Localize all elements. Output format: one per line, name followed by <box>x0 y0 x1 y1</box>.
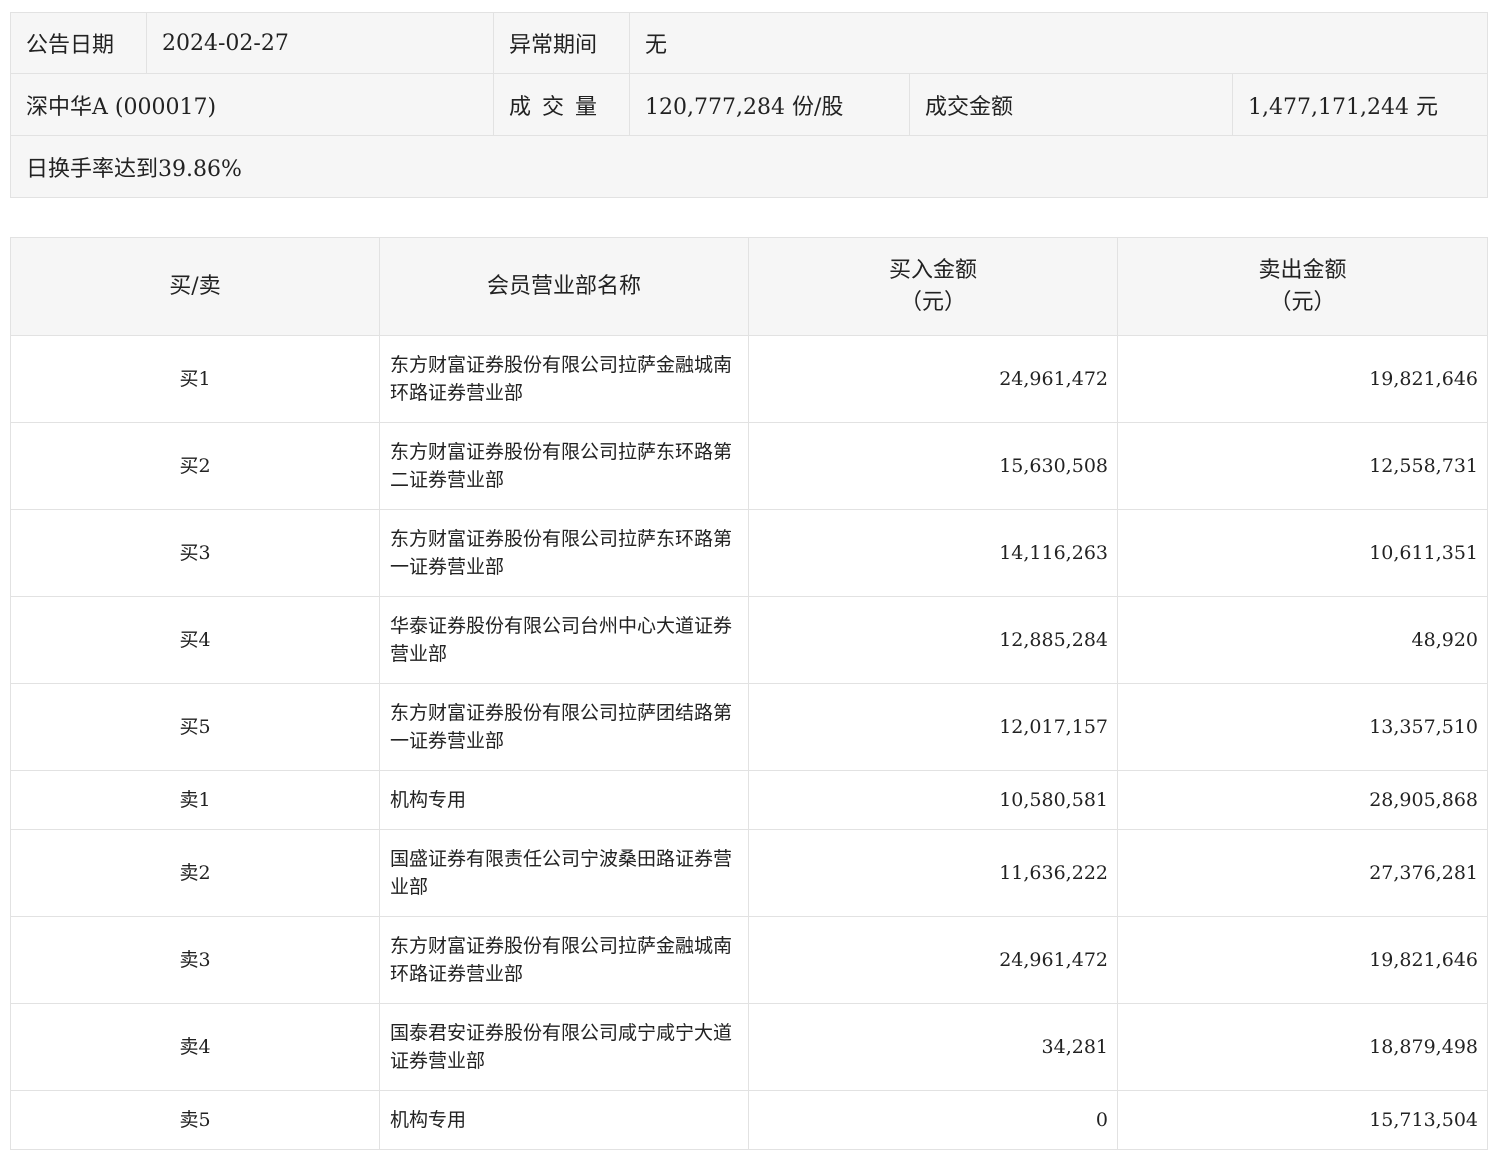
broker-name-cell: 国盛证券有限责任公司宁波桑田路证券营业部 <box>379 829 749 917</box>
table-row: 买3 东方财富证券股份有限公司拉萨东环路第一证券营业部 14,116,263 1… <box>10 509 1488 597</box>
amount-label: 成交金额 <box>909 73 1233 136</box>
header-buy-title: 买入金额 <box>888 257 977 283</box>
side-cell: 卖5 <box>10 1090 380 1150</box>
sell-amount-cell: 12,558,731 <box>1117 422 1488 510</box>
period-value: 无 <box>629 12 1488 74</box>
announcement-info-table: 公告日期 2024-02-27 异常期间 无 深中华A (000017) 成交量… <box>10 12 1488 198</box>
broker-name-cell: 机构专用 <box>379 770 749 830</box>
sell-amount-cell: 48,920 <box>1117 596 1488 684</box>
date-value: 2024-02-27 <box>146 12 494 74</box>
table-row: 卖3 东方财富证券股份有限公司拉萨金融城南环路证券营业部 24,961,472 … <box>10 916 1488 1004</box>
buy-amount-cell: 15,630,508 <box>748 422 1118 510</box>
header-name: 会员营业部名称 <box>379 237 749 336</box>
sell-amount-cell: 13,357,510 <box>1117 683 1488 771</box>
buy-amount-cell: 0 <box>748 1090 1118 1150</box>
header-sell-title: 卖出金额 <box>1258 257 1347 283</box>
sell-amount-cell: 19,821,646 <box>1117 916 1488 1004</box>
broker-trading-table: 买/卖 会员营业部名称 买入金额 （元） 卖出金额 （元） 买1 东方财富证券股… <box>10 237 1488 1150</box>
buy-amount-cell: 12,885,284 <box>748 596 1118 684</box>
header-side: 买/卖 <box>10 237 380 336</box>
header-sell: 卖出金额 （元） <box>1117 237 1488 336</box>
header-sell-unit: （元） <box>1269 289 1336 315</box>
buy-amount-cell: 34,281 <box>748 1003 1118 1091</box>
table-row: 卖4 国泰君安证券股份有限公司咸宁咸宁大道证券营业部 34,281 18,879… <box>10 1003 1488 1091</box>
side-cell: 买4 <box>10 596 380 684</box>
header-buy: 买入金额 （元） <box>748 237 1118 336</box>
broker-name-cell: 国泰君安证券股份有限公司咸宁咸宁大道证券营业部 <box>379 1003 749 1091</box>
side-cell: 买3 <box>10 509 380 597</box>
sell-amount-cell: 28,905,868 <box>1117 770 1488 830</box>
date-label: 公告日期 <box>10 12 147 74</box>
table-row: 卖2 国盛证券有限责任公司宁波桑田路证券营业部 11,636,222 27,37… <box>10 829 1488 917</box>
turnover-note: 日换手率达到39.86% <box>10 135 1488 198</box>
volume-value: 120,777,284 份/股 <box>629 73 910 136</box>
sell-amount-cell: 18,879,498 <box>1117 1003 1488 1091</box>
stock-name: 深中华A (000017) <box>10 73 494 136</box>
table-row: 买2 东方财富证券股份有限公司拉萨东环路第二证券营业部 15,630,508 1… <box>10 422 1488 510</box>
side-cell: 买1 <box>10 335 380 423</box>
buy-amount-cell: 14,116,263 <box>748 509 1118 597</box>
broker-name-cell: 机构专用 <box>379 1090 749 1150</box>
broker-name-cell: 华泰证券股份有限公司台州中心大道证券营业部 <box>379 596 749 684</box>
table-row: 买4 华泰证券股份有限公司台州中心大道证券营业部 12,885,284 48,9… <box>10 596 1488 684</box>
side-cell: 买5 <box>10 683 380 771</box>
side-cell: 卖2 <box>10 829 380 917</box>
table-row: 买5 东方财富证券股份有限公司拉萨团结路第一证券营业部 12,017,157 1… <box>10 683 1488 771</box>
amount-value: 1,477,171,244 元 <box>1232 73 1488 136</box>
sell-amount-cell: 27,376,281 <box>1117 829 1488 917</box>
sell-amount-cell: 10,611,351 <box>1117 509 1488 597</box>
header-buy-unit: （元） <box>899 289 966 315</box>
buy-amount-cell: 24,961,472 <box>748 335 1118 423</box>
side-cell: 卖1 <box>10 770 380 830</box>
broker-name-cell: 东方财富证券股份有限公司拉萨金融城南环路证券营业部 <box>379 335 749 423</box>
table-row: 卖1 机构专用 10,580,581 28,905,868 <box>10 770 1488 830</box>
period-label: 异常期间 <box>493 12 630 74</box>
buy-amount-cell: 24,961,472 <box>748 916 1118 1004</box>
table-row: 卖5 机构专用 0 15,713,504 <box>10 1090 1488 1150</box>
table-row: 买1 东方财富证券股份有限公司拉萨金融城南环路证券营业部 24,961,472 … <box>10 335 1488 423</box>
side-cell: 卖4 <box>10 1003 380 1091</box>
broker-name-cell: 东方财富证券股份有限公司拉萨东环路第二证券营业部 <box>379 422 749 510</box>
side-cell: 卖3 <box>10 916 380 1004</box>
buy-amount-cell: 10,580,581 <box>748 770 1118 830</box>
broker-name-cell: 东方财富证券股份有限公司拉萨金融城南环路证券营业部 <box>379 916 749 1004</box>
broker-name-cell: 东方财富证券股份有限公司拉萨团结路第一证券营业部 <box>379 683 749 771</box>
broker-name-cell: 东方财富证券股份有限公司拉萨东环路第一证券营业部 <box>379 509 749 597</box>
side-cell: 买2 <box>10 422 380 510</box>
buy-amount-cell: 12,017,157 <box>748 683 1118 771</box>
sell-amount-cell: 19,821,646 <box>1117 335 1488 423</box>
buy-amount-cell: 11,636,222 <box>748 829 1118 917</box>
sell-amount-cell: 15,713,504 <box>1117 1090 1488 1150</box>
volume-label: 成交量 <box>493 73 630 136</box>
